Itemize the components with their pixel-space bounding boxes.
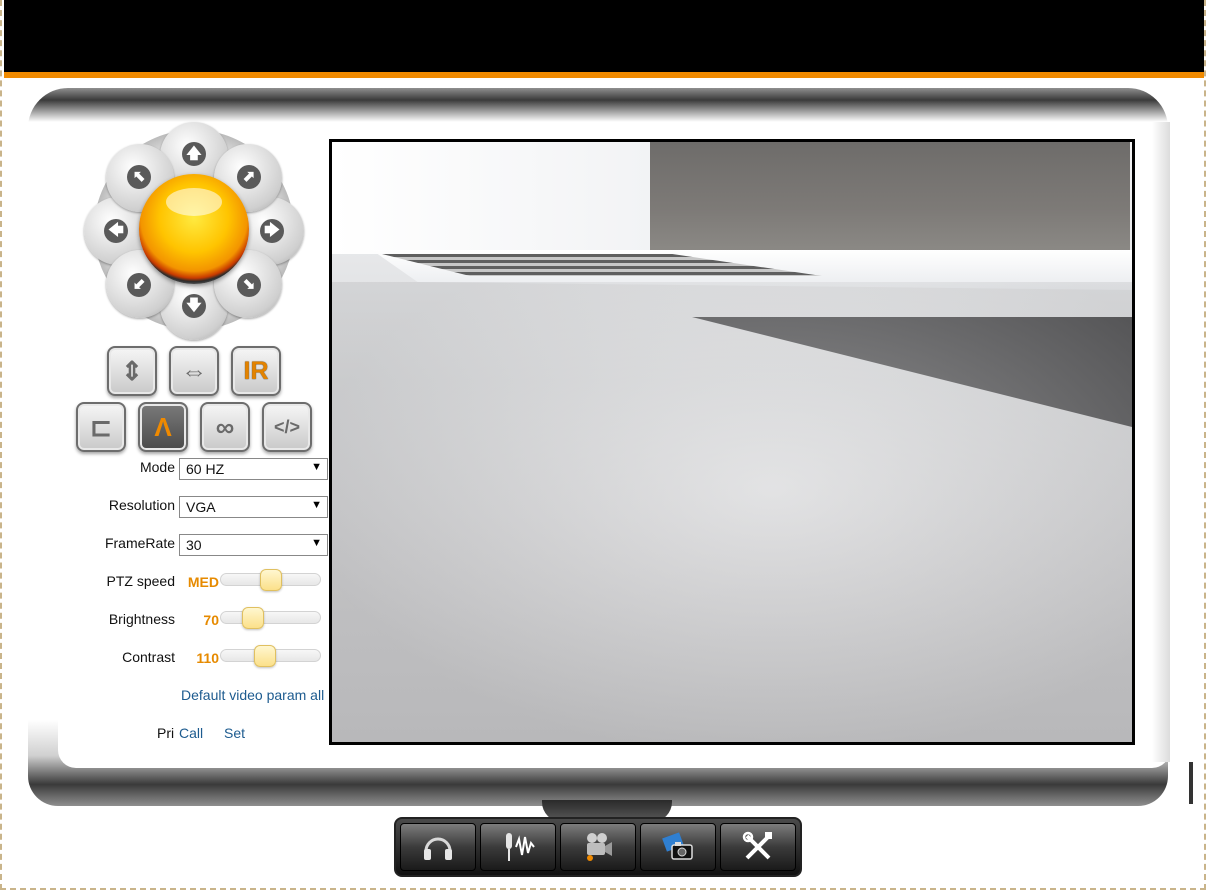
- ir-icon: IR: [243, 356, 269, 385]
- arrow-up-icon: 🡅: [182, 142, 206, 166]
- mountain-icon: Λ: [154, 411, 172, 442]
- set-link[interactable]: Set: [224, 725, 245, 741]
- ptz-center-button[interactable]: [139, 174, 249, 284]
- vertical-flip-icon: ⇕: [121, 355, 143, 386]
- framerate-select-value: 30: [186, 537, 202, 553]
- ptz-speed-label: PTZ speed: [106, 573, 175, 589]
- arrow-right-icon: 🡆: [260, 219, 284, 243]
- arrow-up-left-icon: ⬉: [127, 165, 151, 189]
- side-marker: [1189, 762, 1193, 804]
- video-camera-icon: [587, 833, 612, 861]
- brightness-value: 70: [203, 612, 219, 628]
- mode-select[interactable]: 60 HZ ▼: [179, 458, 328, 480]
- mode-select-value: 60 HZ: [186, 461, 225, 477]
- bottom-toolbar: [394, 817, 802, 877]
- patrol-left-button[interactable]: ⊏: [76, 402, 126, 452]
- arrow-down-left-icon: ⬋: [127, 273, 151, 297]
- contrast-slider[interactable]: [220, 645, 321, 667]
- video-wall-left: [332, 142, 650, 254]
- chevron-down-icon: ▼: [311, 461, 322, 473]
- arrow-left-icon: 🡄: [104, 219, 128, 243]
- ptz-speed-slider[interactable]: [220, 569, 321, 591]
- chevron-down-icon: ▼: [311, 537, 322, 549]
- horizontal-flip-icon: ⇔: [181, 355, 207, 386]
- arrow-panel-left-icon: ⊏: [90, 411, 112, 442]
- vertical-flip-button[interactable]: ⇕: [107, 346, 157, 396]
- ptz-control-pad: 🡅 🡇 🡄 🡆 ⬉ ⬈ ⬋ ⬊: [84, 122, 304, 340]
- horizontal-flip-button[interactable]: ⇔: [169, 346, 219, 396]
- contrast-label: Contrast: [122, 649, 175, 665]
- contrast-slider-thumb[interactable]: [254, 645, 276, 667]
- frame-right-edge: [1152, 122, 1170, 762]
- headphones-icon: [424, 837, 452, 860]
- header-accent-line: [4, 72, 1204, 78]
- snapshot-camera-icon: [662, 832, 693, 860]
- header-bar: [4, 0, 1204, 72]
- tools-icon: [742, 831, 772, 860]
- mode-label: Mode: [139, 459, 175, 475]
- ptz-speed-slider-thumb[interactable]: [260, 569, 282, 591]
- patrol-stop-button[interactable]: </>: [262, 402, 312, 452]
- settings-button[interactable]: [720, 823, 796, 871]
- ptz-speed-value: MED: [187, 574, 219, 590]
- video-feed[interactable]: [329, 139, 1135, 745]
- brightness-label: Brightness: [108, 611, 175, 627]
- pri-label: Pri: [157, 725, 175, 741]
- patrol-infinity-button[interactable]: ∞: [200, 402, 250, 452]
- arrow-down-icon: 🡇: [182, 294, 206, 318]
- video-floor: [332, 282, 1132, 742]
- contrast-value: 110: [196, 650, 219, 666]
- arrow-down-right-icon: ⬊: [237, 273, 261, 297]
- patrol-vertical-button[interactable]: Λ: [138, 402, 188, 452]
- infinity-icon: ∞: [215, 411, 235, 442]
- brightness-slider-thumb[interactable]: [242, 607, 264, 629]
- resolution-select[interactable]: VGA ▼: [179, 496, 328, 518]
- snapshot-button[interactable]: [640, 823, 716, 871]
- resolution-label: Resolution: [108, 497, 175, 513]
- resolution-select-value: VGA: [186, 499, 216, 515]
- video-wall: [650, 142, 1130, 254]
- arrow-up-right-icon: ⬈: [237, 165, 261, 189]
- microphone-icon: [506, 833, 535, 861]
- ptz-center-highlight: [166, 188, 222, 216]
- framerate-select[interactable]: 30 ▼: [179, 534, 328, 556]
- talk-button[interactable]: [480, 823, 556, 871]
- framerate-label: FrameRate: [104, 535, 175, 551]
- record-button[interactable]: [560, 823, 636, 871]
- default-video-param-link[interactable]: Default video param all: [181, 687, 329, 703]
- call-link[interactable]: Call: [179, 725, 203, 741]
- camera-page: 🡅 🡇 🡄 🡆 ⬉ ⬈ ⬋ ⬊ ⇕ ⇔ IR ⊏ Λ ∞ </> Mode 60…: [0, 0, 1206, 890]
- ir-button[interactable]: IR: [231, 346, 281, 396]
- chevron-down-icon: ▼: [311, 499, 322, 511]
- brightness-slider[interactable]: [220, 607, 321, 629]
- audio-button[interactable]: [400, 823, 476, 871]
- code-icon: </>: [273, 416, 301, 437]
